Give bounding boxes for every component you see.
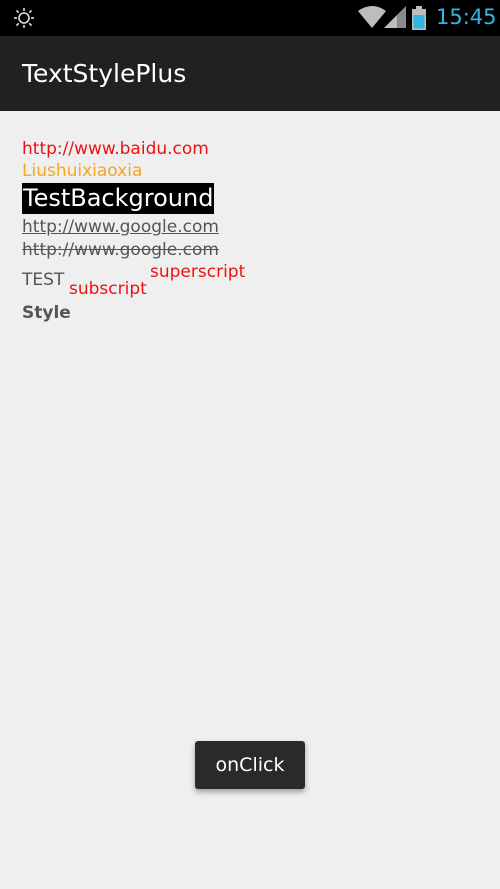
underline-link-text[interactable]: http://www.google.com bbox=[22, 217, 219, 237]
superscript-text: superscript bbox=[150, 262, 246, 282]
signal-icon bbox=[384, 6, 406, 28]
brightness-icon bbox=[14, 8, 34, 28]
style-text: Style bbox=[22, 303, 71, 323]
app-title: TextStylePlus bbox=[22, 59, 187, 88]
strikethrough-text: http://www.google.com bbox=[22, 240, 219, 260]
status-clock: 15:45 bbox=[436, 5, 497, 29]
action-bar: TextStylePlus bbox=[0, 36, 500, 111]
name-text: Liushuixiaoxia bbox=[22, 161, 143, 181]
link-text[interactable]: http://www.baidu.com bbox=[22, 139, 209, 159]
background-text: TestBackground bbox=[22, 183, 215, 214]
onclick-button[interactable]: onClick bbox=[195, 741, 305, 789]
subscript-text: subscript bbox=[69, 279, 147, 299]
status-bar: 15:45 bbox=[0, 0, 500, 36]
test-text: TEST bbox=[22, 270, 65, 290]
wifi-icon bbox=[358, 6, 386, 28]
battery-icon bbox=[412, 6, 426, 30]
